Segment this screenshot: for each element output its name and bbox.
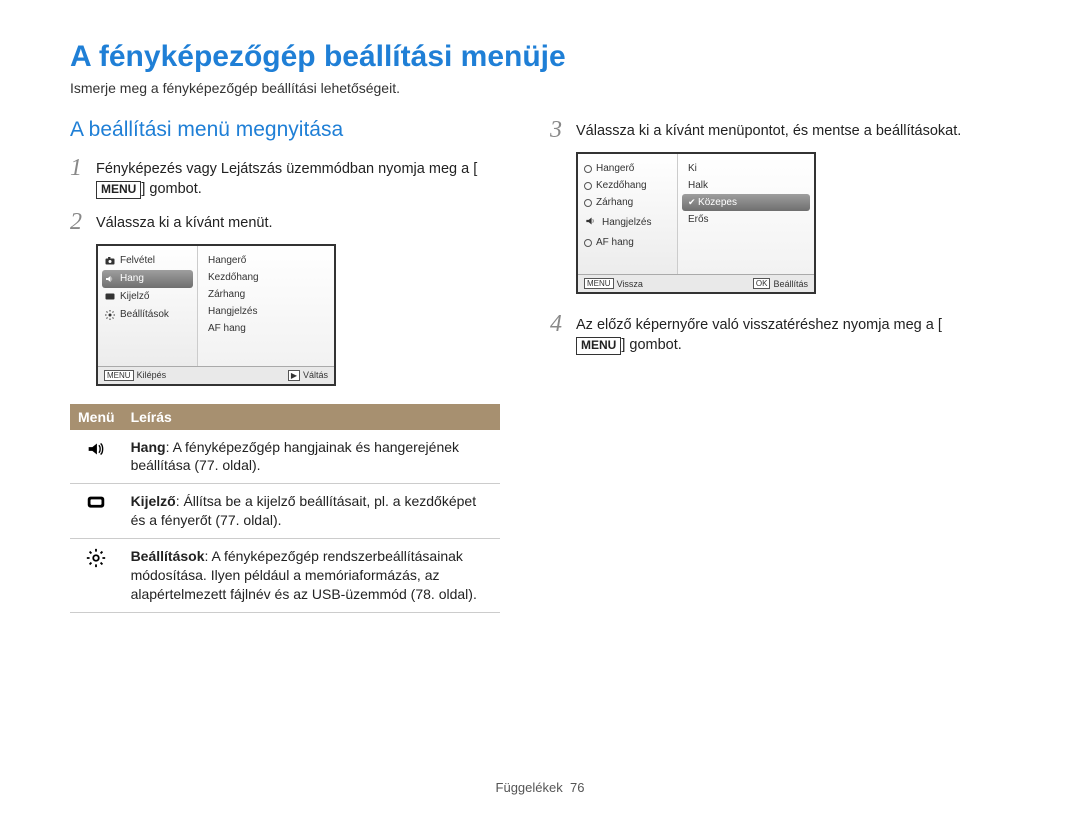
option-value: Erős — [682, 211, 810, 228]
camera-icon — [104, 255, 116, 267]
footer-left: MENU Vissza — [584, 278, 643, 289]
sound-icon — [584, 214, 598, 231]
menu-button-label: MENU — [96, 181, 141, 199]
sound-icon — [104, 273, 116, 285]
menu-key-icon: MENU — [584, 278, 614, 289]
step-text: Az előző képernyőre való visszatéréshez … — [576, 312, 980, 356]
desc-title: Kijelző — [131, 493, 176, 509]
opt-label: AF hang — [596, 237, 634, 248]
option-left-item: AF hang — [582, 234, 673, 251]
desc-title: Hang — [131, 439, 166, 455]
menu-item-label: Hang — [120, 273, 144, 284]
step-2: 2 Válassza ki a kívánt menüt. — [70, 210, 500, 234]
opt-label: Hangerő — [596, 163, 634, 174]
table-cell: Hang: A fényképezőgép hangjainak és hang… — [123, 430, 500, 484]
footer-page: 76 — [570, 780, 584, 795]
menu-button-label: MENU — [576, 337, 621, 355]
menu-key-icon: MENU — [104, 370, 134, 381]
option-left-item: Kezdőhang — [582, 177, 673, 194]
submenu-item: Zárhang — [206, 286, 326, 303]
display-icon — [104, 291, 116, 303]
ok-key-icon: OK — [753, 278, 771, 289]
step-3: 3 Válassza ki a kívánt menüpontot, és me… — [550, 118, 980, 142]
menu-item-beallitasok: Beállítások — [102, 306, 193, 324]
page-footer: Függelékek 76 — [0, 780, 1080, 795]
step-4: 4 Az előző képernyőre való visszatéréshe… — [550, 312, 980, 356]
footer-left: MENU Kilépés — [104, 370, 166, 381]
step4-post: ] gombot. — [621, 337, 681, 353]
option-value: Halk — [682, 177, 810, 194]
option-value-selected: Közepes — [682, 194, 810, 211]
step-number: 4 — [550, 312, 576, 336]
desc-title: Beállítások — [131, 548, 205, 564]
page-title: A fényképezőgép beállítási menüje — [70, 40, 1010, 74]
submenu-item: Hangjelzés — [206, 303, 326, 320]
camera-menu-screenshot-1: Felvétel Hang Kijelző — [96, 244, 336, 386]
gear-icon — [104, 309, 116, 321]
camera-menu-screenshot-2: Hangerő Kezdőhang Zárhang Hangjelzés AF … — [576, 152, 816, 294]
menu-item-label: Felvétel — [120, 255, 155, 266]
step-text: Fényképezés vagy Lejátszás üzemmódban ny… — [96, 156, 500, 200]
step4-pre: Az előző képernyőre való visszatéréshez … — [576, 317, 942, 333]
step-number: 1 — [70, 156, 96, 180]
desc-text: : A fényképezőgép hangjainak és hangerej… — [131, 439, 459, 474]
table-cell: Kijelző: Állítsa be a kijelző beállítása… — [123, 484, 500, 539]
opt-label: Kezdőhang — [596, 180, 647, 191]
footer-right-label: Váltás — [303, 370, 328, 380]
footer-right: ▶ Váltás — [288, 370, 328, 381]
table-head-desc: Leírás — [123, 404, 500, 430]
step-text: Válassza ki a kívánt menüpontot, és ment… — [576, 118, 961, 141]
option-left-item: Zárhang — [582, 194, 673, 211]
footer-right: OK Beállítás — [753, 278, 808, 289]
menu-item-label: Beállítások — [120, 309, 169, 320]
option-value: Ki — [682, 160, 810, 177]
footer-left-label: Vissza — [617, 279, 643, 289]
desc-text: : Állítsa be a kijelző beállításait, pl.… — [131, 493, 477, 528]
footer-label: Függelékek — [496, 780, 563, 795]
footer-right-label: Beállítás — [773, 279, 808, 289]
section-title: A beállítási menü megnyitása — [70, 118, 500, 142]
menu-item-label: Kijelző — [120, 291, 149, 302]
submenu-item: Hangerő — [206, 252, 326, 269]
option-left-item: Hangerő — [582, 160, 673, 177]
menu-description-table: Menü Leírás Hang: A fényképezőgép hangja… — [70, 404, 500, 613]
table-row: Hang: A fényképezőgép hangjainak és hang… — [70, 430, 500, 484]
opt-label: Zárhang — [596, 197, 633, 208]
step1-post: ] gombot. — [141, 181, 201, 197]
submenu-item: AF hang — [206, 320, 326, 337]
gear-icon — [70, 539, 123, 613]
step-1: 1 Fényképezés vagy Lejátszás üzemmódban … — [70, 156, 500, 200]
menu-item-felvetel: Felvétel — [102, 252, 193, 270]
footer-left-label: Kilépés — [137, 370, 167, 380]
step1-pre: Fényképezés vagy Lejátszás üzemmódban ny… — [96, 161, 477, 177]
table-cell: Beállítások: A fényképezőgép rendszerbeá… — [123, 539, 500, 613]
menu-item-hang: Hang — [102, 270, 193, 288]
step-number: 3 — [550, 118, 576, 142]
sound-icon — [70, 430, 123, 484]
table-head-menu: Menü — [70, 404, 123, 430]
step-text: Válassza ki a kívánt menüt. — [96, 210, 273, 233]
table-row: Kijelző: Állítsa be a kijelző beállítása… — [70, 484, 500, 539]
play-key-icon: ▶ — [288, 370, 300, 381]
menu-item-kijelzo: Kijelző — [102, 288, 193, 306]
opt-label: Hangjelzés — [602, 217, 651, 228]
step-number: 2 — [70, 210, 96, 234]
option-left-item: Hangjelzés — [582, 211, 673, 234]
page-intro: Ismerje meg a fényképezőgép beállítási l… — [70, 80, 1010, 96]
display-icon — [70, 484, 123, 539]
submenu-item: Kezdőhang — [206, 269, 326, 286]
table-row: Beállítások: A fényképezőgép rendszerbeá… — [70, 539, 500, 613]
